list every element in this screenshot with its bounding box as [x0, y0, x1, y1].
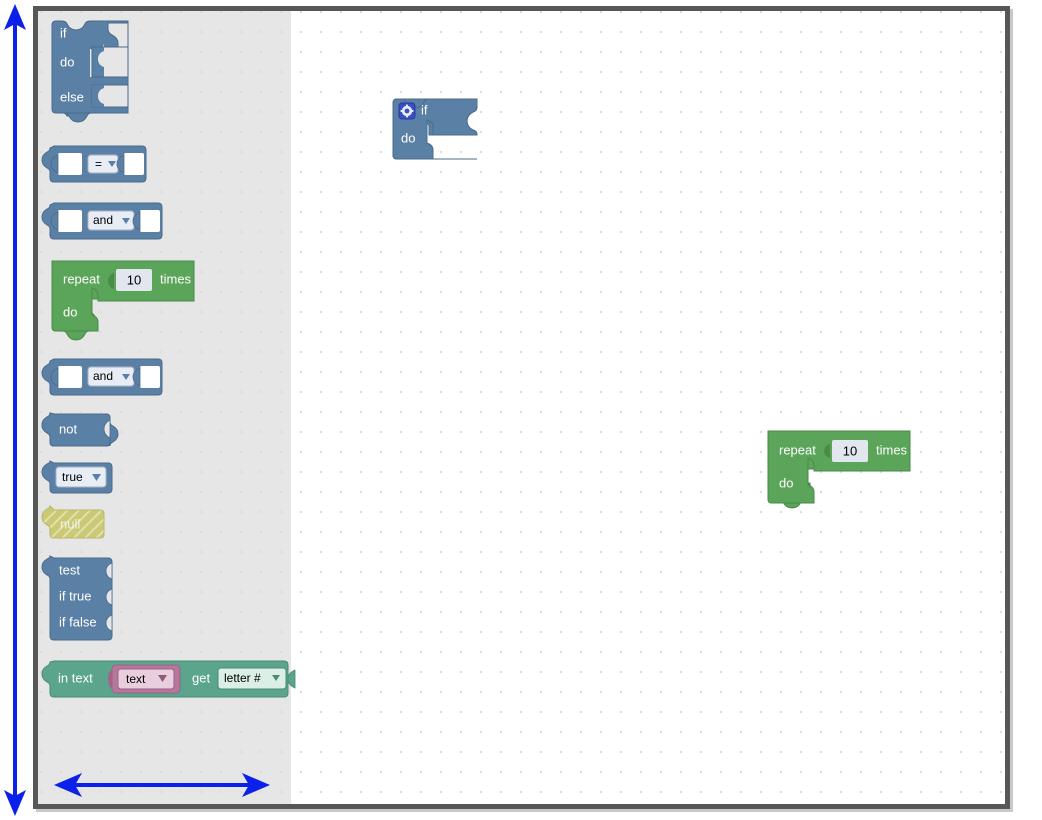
toolbox-block-logic-operation-1[interactable]: and: [41, 201, 166, 241]
toolbox-block-logic-not[interactable]: not: [41, 412, 130, 448]
toolbox-block-text-char-at[interactable]: in text text get letter #: [41, 659, 311, 699]
value-socket-index[interactable]: [295, 668, 311, 690]
toolbox-block-logic-operation-2[interactable]: and: [41, 357, 166, 397]
toolbox-block-logic-boolean[interactable]: true: [41, 460, 136, 495]
workspace-block-repeat[interactable]: repeat 10 times do: [767, 430, 948, 511]
number-field-repeat-count[interactable]: [832, 440, 868, 462]
toolbox-block-repeat[interactable]: repeat 10 times do: [51, 260, 232, 341]
value-socket-left[interactable]: [58, 366, 82, 388]
value-socket-right[interactable]: [124, 153, 144, 175]
gear-icon[interactable]: [398, 102, 416, 120]
toolbox-block-logic-null[interactable]: null: [41, 504, 126, 540]
blockly-frame: if do repeat 10 times do if do else = an…: [33, 6, 1010, 809]
number-field-repeat-count[interactable]: [116, 269, 152, 291]
screenshot-root: if do repeat 10 times do if do else = an…: [0, 0, 1042, 820]
value-socket-right[interactable]: [140, 366, 160, 388]
toolbox-block-logic-compare[interactable]: =: [41, 144, 150, 184]
toolbox-block-if-do-else[interactable]: if do else: [51, 20, 152, 123]
workspace-block-if-do[interactable]: if do: [392, 98, 491, 167]
value-socket-left[interactable]: [58, 210, 82, 232]
blockly-toolbox-flyout[interactable]: if do else = and repeat 10 times do and …: [38, 11, 311, 804]
text-dropdown[interactable]: [117, 668, 175, 690]
vertical-resize-arrow: [0, 0, 32, 820]
value-socket-right[interactable]: [140, 210, 160, 232]
disabled-hatch-fill: [41, 504, 105, 539]
toolbox-block-logic-ternary[interactable]: test if true if false: [41, 555, 130, 642]
blockly-inner: if do repeat 10 times do if do else = an…: [38, 11, 1005, 804]
value-socket-left[interactable]: [58, 153, 82, 175]
